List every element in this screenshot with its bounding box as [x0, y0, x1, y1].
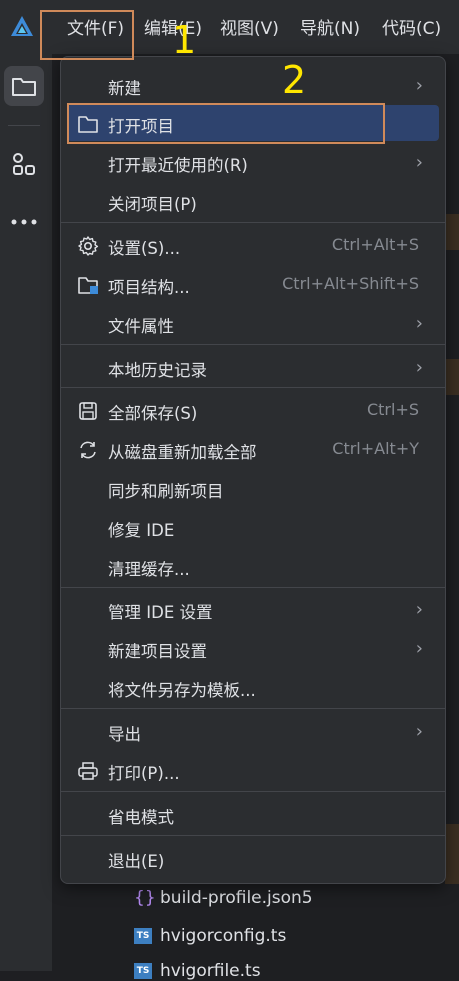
- menu-item-shortcut: Ctrl+Alt+S: [331, 235, 419, 254]
- annotation-number-2: 2: [282, 58, 307, 102]
- annotation-box-file-menu: [40, 10, 134, 60]
- editor-edge-strip: [445, 214, 459, 250]
- menu-item-file-properties[interactable]: 文件属性 ›: [61, 305, 445, 341]
- menu-item-label: 退出(E): [108, 852, 165, 871]
- menu-item-local-history[interactable]: 本地历史记录 ›: [61, 349, 445, 385]
- chevron-right-icon: ›: [415, 152, 423, 173]
- menu-item-label: 省电模式: [108, 808, 174, 827]
- menu-item-label: 文件属性: [108, 317, 174, 336]
- menu-item-new[interactable]: 新建 ›: [61, 67, 445, 103]
- chevron-right-icon: ›: [415, 721, 423, 742]
- tree-item[interactable]: TS hvigorconfig.ts: [134, 926, 286, 946]
- structure-tool-button[interactable]: [4, 144, 44, 184]
- menu-separator: [61, 222, 445, 223]
- folder-icon: [12, 78, 36, 96]
- menu-item-label: 项目结构...: [108, 278, 190, 297]
- menu-item-sync-refresh[interactable]: 同步和刷新项目: [61, 470, 445, 506]
- menu-separator: [61, 387, 445, 388]
- menu-item-label: 新建: [108, 79, 141, 98]
- menu-item-shortcut: Ctrl+S: [366, 400, 419, 419]
- menu-item-save-all[interactable]: 全部保存(S) Ctrl+S: [61, 392, 445, 428]
- ts-file-icon: TS: [134, 963, 152, 979]
- tree-item[interactable]: {} build-profile.json5: [134, 888, 313, 908]
- menu-item-power-save[interactable]: 省电模式: [61, 796, 445, 832]
- chevron-right-icon: ›: [415, 75, 423, 96]
- menu-item-save-as-template[interactable]: 将文件另存为模板...: [61, 669, 445, 705]
- menu-navigate[interactable]: 导航(N): [300, 14, 360, 39]
- menu-item-repair-ide[interactable]: 修复 IDE: [61, 509, 445, 545]
- menu-item-exit[interactable]: 退出(E): [61, 840, 445, 876]
- menu-item-label: 清理缓存...: [108, 560, 190, 579]
- menu-item-settings[interactable]: 设置(S)... Ctrl+Alt+S: [61, 227, 445, 263]
- tree-item-label: hvigorfile.ts: [160, 961, 261, 981]
- editor-edge-strip: [445, 824, 459, 884]
- ts-file-icon: TS: [134, 928, 152, 944]
- menu-item-label: 关闭项目(P): [108, 195, 197, 214]
- menu-item-label: 本地历史记录: [108, 361, 207, 380]
- annotation-number-1: 1: [172, 18, 197, 62]
- menu-item-shortcut: Ctrl+Alt+Y: [332, 439, 419, 458]
- chevron-right-icon: ›: [415, 357, 423, 378]
- more-tools-button[interactable]: [4, 202, 44, 242]
- tree-item[interactable]: TS hvigorfile.ts: [134, 961, 261, 981]
- tree-item-label: build-profile.json5: [160, 888, 313, 908]
- menu-item-label: 将文件另存为模板...: [108, 681, 256, 700]
- menu-separator: [61, 791, 445, 792]
- menu-item-label: 同步和刷新项目: [108, 482, 224, 501]
- strip-divider: [8, 125, 40, 126]
- file-menu-dropdown: 新建 › 打开项目 打开最近使用的(R) › 关闭项目(P) 设置(S)... …: [60, 56, 446, 884]
- annotation-box-open-project: [67, 103, 385, 144]
- chevron-right-icon: ›: [415, 638, 423, 659]
- save-icon: [79, 402, 97, 420]
- project-structure-icon: [78, 277, 98, 294]
- menu-item-project-structure[interactable]: 项目结构... Ctrl+Alt+Shift+S: [61, 266, 445, 302]
- menu-item-label: 从磁盘重新加载全部: [108, 443, 257, 462]
- menu-item-label: 打印(P)...: [108, 764, 180, 783]
- menu-item-label: 导出: [108, 725, 141, 744]
- menu-item-label: 修复 IDE: [108, 521, 175, 540]
- more-horizontal-icon: [11, 219, 37, 225]
- menu-item-close-project[interactable]: 关闭项目(P): [61, 183, 445, 219]
- menu-item-print[interactable]: 打印(P)...: [61, 752, 445, 788]
- menu-separator: [61, 344, 445, 345]
- menu-separator: [61, 587, 445, 588]
- menu-item-label: 设置(S)...: [108, 239, 181, 258]
- menu-item-export[interactable]: 导出 ›: [61, 713, 445, 749]
- menu-item-open-recent[interactable]: 打开最近使用的(R) ›: [61, 144, 445, 180]
- menu-view[interactable]: 视图(V): [220, 14, 279, 39]
- menu-code[interactable]: 代码(C): [382, 14, 441, 39]
- menu-item-new-project-settings[interactable]: 新建项目设置 ›: [61, 630, 445, 666]
- tree-item-label: hvigorconfig.ts: [160, 926, 287, 946]
- left-tool-strip: [0, 54, 53, 971]
- menu-item-clear-cache[interactable]: 清理缓存...: [61, 548, 445, 584]
- braces-icon: {}: [134, 888, 156, 908]
- menu-item-label: 管理 IDE 设置: [108, 603, 213, 622]
- project-tool-button[interactable]: [4, 66, 44, 106]
- printer-icon: [78, 762, 98, 780]
- chevron-right-icon: ›: [415, 313, 423, 334]
- app-logo-icon: [11, 16, 33, 36]
- refresh-icon: [80, 441, 96, 459]
- menu-item-manage-ide-settings[interactable]: 管理 IDE 设置 ›: [61, 591, 445, 627]
- chevron-right-icon: ›: [415, 599, 423, 620]
- menu-item-reload-all[interactable]: 从磁盘重新加载全部 Ctrl+Alt+Y: [61, 431, 445, 467]
- menu-separator: [61, 708, 445, 709]
- menu-item-label: 全部保存(S): [108, 404, 198, 423]
- editor-edge-strip: [445, 359, 459, 395]
- menu-item-label: 新建项目设置: [108, 642, 207, 661]
- menu-item-label: 打开最近使用的(R): [108, 156, 248, 175]
- gear-icon: [78, 236, 99, 256]
- menu-separator: [61, 835, 445, 836]
- menu-item-shortcut: Ctrl+Alt+Shift+S: [282, 274, 419, 293]
- modules-icon: [13, 153, 35, 175]
